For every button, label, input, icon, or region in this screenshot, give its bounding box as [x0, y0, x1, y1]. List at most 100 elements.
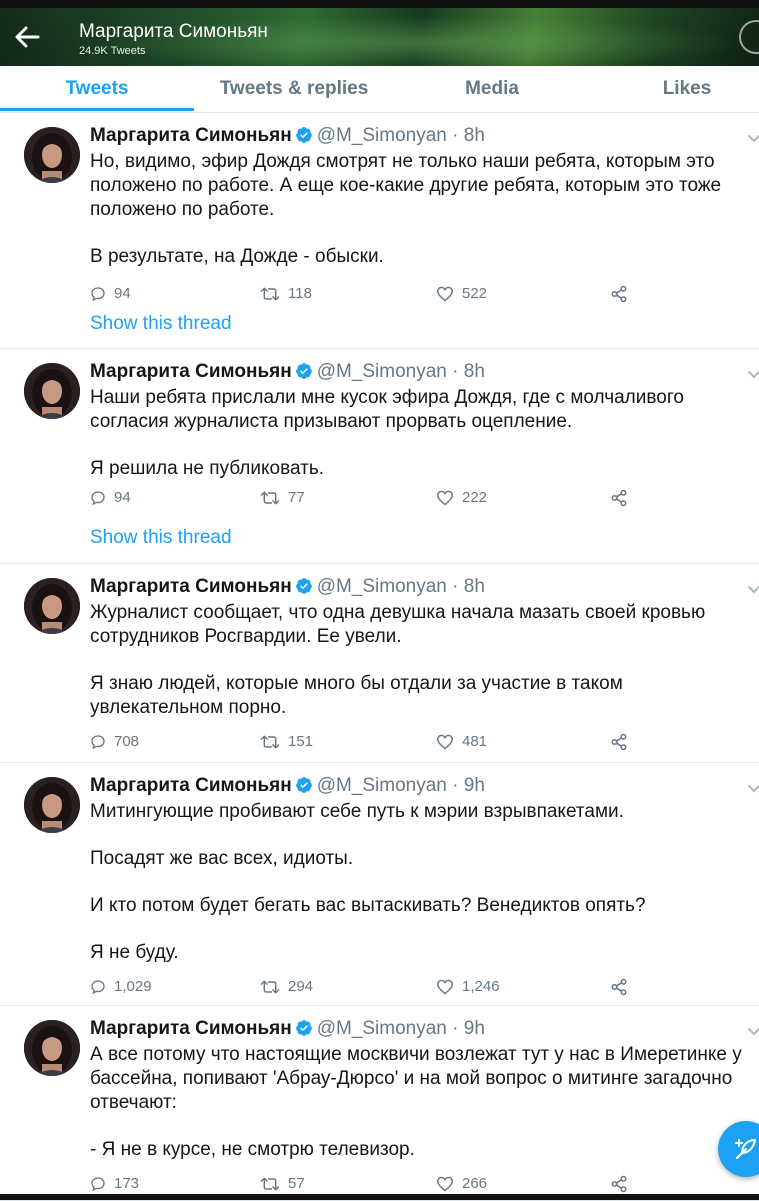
- tab-tweets[interactable]: Tweets: [0, 66, 194, 112]
- show-thread-link[interactable]: Show this thread: [90, 527, 232, 549]
- reply-button[interactable]: 1,029: [90, 978, 152, 995]
- share-button[interactable]: [610, 1175, 628, 1193]
- reply-icon: [90, 979, 106, 995]
- verified-badge-icon: [295, 1019, 313, 1037]
- back-arrow-icon: [15, 26, 40, 48]
- retweet-button[interactable]: 77: [260, 489, 305, 506]
- tab-media[interactable]: Media: [394, 66, 590, 112]
- reply-count: 173: [114, 1175, 140, 1192]
- tweet-time[interactable]: 8h: [464, 361, 485, 382]
- chevron-down-icon[interactable]: [747, 582, 759, 594]
- reply-count: 708: [114, 733, 140, 750]
- retweet-count: 118: [288, 285, 312, 302]
- tweet[interactable]: Маргарита Симоньян @M_Simonyan · 8h Журна…: [0, 564, 759, 763]
- like-count: 266: [462, 1175, 488, 1192]
- like-button[interactable]: 1,246: [436, 978, 500, 995]
- author-handle: @M_Simonyan: [316, 1018, 447, 1039]
- retweet-button[interactable]: 151: [260, 733, 313, 750]
- tweet-header: Маргарита Симоньян @M_Simonyan · 8h: [90, 361, 485, 383]
- nav-bar: [0, 1194, 759, 1200]
- share-icon: [610, 733, 628, 751]
- author-name[interactable]: Маргарита Симоньян: [90, 1018, 292, 1039]
- reply-button[interactable]: 94: [90, 489, 131, 506]
- share-button[interactable]: [610, 978, 628, 996]
- tweet-text: Наши ребята прислали мне кусок эфира Дож…: [90, 386, 756, 481]
- tweet-paragraph: Я решила не публиковать.: [90, 458, 324, 479]
- retweet-button[interactable]: 57: [260, 1175, 305, 1192]
- tweet-paragraph: В результате, на Дожде - обыски.: [90, 246, 384, 267]
- avatar[interactable]: [24, 578, 80, 634]
- like-button[interactable]: 266: [436, 1175, 487, 1192]
- retweet-count: 151: [288, 733, 314, 750]
- show-thread-link[interactable]: Show this thread: [90, 313, 232, 335]
- chevron-down-icon[interactable]: [747, 131, 759, 143]
- retweet-icon: [260, 734, 280, 750]
- tweet-paragraph: Но, видимо, эфир Дождя смотрят не только…: [90, 151, 722, 220]
- tweet-time[interactable]: 8h: [464, 576, 485, 597]
- compose-feather-icon: [735, 1139, 756, 1159]
- reply-button[interactable]: 173: [90, 1175, 139, 1192]
- chevron-down-icon[interactable]: [747, 1024, 759, 1036]
- share-button[interactable]: [610, 489, 628, 507]
- reply-button[interactable]: 708: [90, 733, 139, 750]
- retweet-icon: [260, 286, 280, 302]
- tweet-text: Журналист сообщает, что одна девушка нач…: [90, 601, 756, 720]
- heart-icon: [436, 490, 454, 506]
- tweet-actions: 173 57 266: [90, 1175, 650, 1195]
- share-icon: [610, 1175, 628, 1193]
- tweet-time[interactable]: 9h: [464, 775, 485, 796]
- like-button[interactable]: 222: [436, 489, 487, 506]
- tweet[interactable]: Маргарита Симоньян @M_Simonyan · 8h Наши …: [0, 349, 759, 564]
- tweet-header: Маргарита Симоньян @M_Simonyan · 9h: [90, 775, 485, 797]
- author-name[interactable]: Маргарита Симоньян: [90, 576, 292, 597]
- author-name[interactable]: Маргарита Симоньян: [90, 775, 292, 796]
- avatar[interactable]: [24, 363, 80, 419]
- share-button[interactable]: [610, 285, 628, 303]
- retweet-count: 77: [288, 489, 305, 506]
- active-tab-indicator: [0, 108, 194, 111]
- tweet-header: Маргарита Симоньян @M_Simonyan · 9h: [90, 1018, 485, 1040]
- tweet[interactable]: Маргарита Симоньян @M_Simonyan · 8h Но, в…: [0, 113, 759, 349]
- retweet-button[interactable]: 294: [260, 978, 313, 995]
- verified-badge-icon: [295, 362, 313, 380]
- reply-icon: [90, 286, 106, 302]
- tweet-actions: 1,029 294 1,246: [90, 978, 650, 998]
- like-button[interactable]: 522: [436, 285, 487, 302]
- avatar[interactable]: [24, 1020, 80, 1076]
- tweet-actions: 94 77 222: [90, 489, 650, 509]
- retweet-icon: [260, 979, 280, 995]
- reply-count: 94: [114, 489, 131, 506]
- tweet-count: 24.9K Tweets: [79, 45, 146, 57]
- tweet-time[interactable]: 8h: [464, 125, 485, 146]
- tab-likes[interactable]: Likes: [590, 66, 759, 112]
- author-name[interactable]: Маргарита Симоньян: [90, 125, 292, 146]
- verified-badge-icon: [295, 776, 313, 794]
- avatar[interactable]: [24, 127, 80, 183]
- share-icon: [610, 489, 628, 507]
- tweet-time[interactable]: 9h: [464, 1018, 485, 1039]
- separator: ·: [452, 576, 459, 597]
- profile-name: Маргарита Симоньян: [79, 21, 268, 42]
- separator: ·: [452, 361, 459, 382]
- chevron-down-icon[interactable]: [747, 367, 759, 379]
- like-count: 522: [462, 285, 488, 302]
- tweet[interactable]: Маргарита Симоньян @M_Simonyan · 9h Митин…: [0, 763, 759, 1006]
- retweet-button[interactable]: 118: [260, 285, 312, 302]
- tweet-actions: 708 151 481: [90, 733, 650, 753]
- tweet-paragraph: Наши ребята прислали мне кусок эфира Дож…: [90, 387, 684, 432]
- author-name[interactable]: Маргарита Симоньян: [90, 361, 292, 382]
- reply-count: 94: [114, 285, 131, 302]
- reply-button[interactable]: 94: [90, 285, 131, 302]
- status-bar: [0, 0, 759, 8]
- back-button[interactable]: [10, 22, 44, 52]
- tweet-paragraph: Я не буду.: [90, 942, 179, 963]
- like-count: 222: [462, 489, 488, 506]
- tweet[interactable]: Маргарита Симоньян @M_Simonyan · 9h А все…: [0, 1006, 759, 1201]
- tab-tweets-replies[interactable]: Tweets & replies: [194, 66, 394, 112]
- like-button[interactable]: 481: [436, 733, 487, 750]
- share-button[interactable]: [610, 733, 628, 751]
- tweet-paragraph: Журналист сообщает, что одна девушка нач…: [90, 602, 706, 647]
- verified-badge-icon: [295, 577, 313, 595]
- chevron-down-icon[interactable]: [747, 781, 759, 793]
- avatar[interactable]: [24, 777, 80, 833]
